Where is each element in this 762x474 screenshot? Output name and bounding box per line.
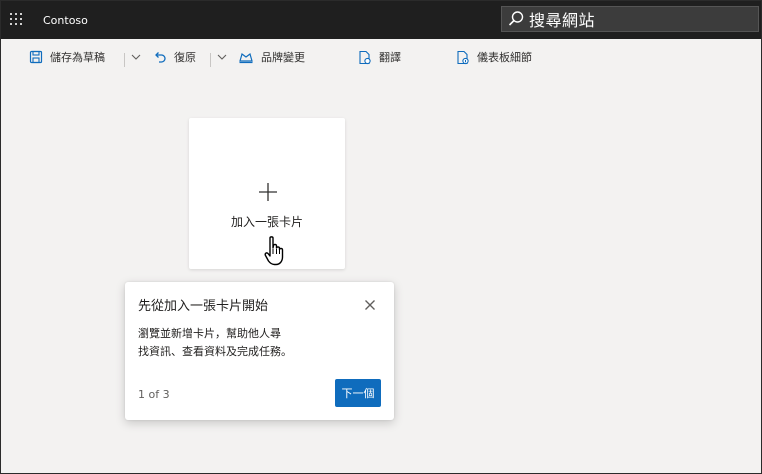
add-card-label: 加入一張卡片 <box>230 215 303 229</box>
suite-bar: Contoso 搜尋網站 <box>1 1 761 39</box>
search-placeholder: 搜尋網站 <box>529 11 596 30</box>
callout-title: 先從加入一張卡片開始 <box>138 299 269 314</box>
undo-icon <box>155 52 166 63</box>
divider <box>124 53 125 67</box>
callout-body-line: 瀏覽並新增卡片，幫助他人尋 <box>138 327 281 340</box>
divider <box>210 53 211 67</box>
callout-body: 瀏覽並新增卡片，幫助他人尋 找資訊、查看資料及完成任務。 <box>138 325 328 361</box>
callout-body-line: 找資訊、查看資料及完成任務。 <box>138 345 292 358</box>
teaching-callout: 先從加入一張卡片開始 瀏覽並新增卡片，幫助他人尋 找資訊、查看資料及完成任務。 … <box>125 282 394 420</box>
chevron-down-icon[interactable] <box>130 51 142 63</box>
plus-icon <box>259 183 277 201</box>
undo-button[interactable]: 復原 <box>153 48 196 66</box>
app-window: Contoso 搜尋網站 儲存為草稿 復原 品牌變更 翻譯 儀表板細節 加入一張… <box>0 0 762 474</box>
chevron-down-icon[interactable] <box>216 51 228 63</box>
next-button[interactable]: 下一個 <box>335 379 381 407</box>
save-draft-button[interactable]: 儲存為草稿 <box>29 48 105 66</box>
brand-change-button[interactable]: 品牌變更 <box>238 48 305 66</box>
translate-button[interactable]: 翻譯 <box>358 48 401 66</box>
close-icon[interactable] <box>363 298 377 312</box>
hand-cursor-icon <box>264 236 284 266</box>
details-icon <box>457 50 469 64</box>
translate-icon <box>359 50 371 64</box>
command-bar: 儲存為草稿 復原 品牌變更 翻譯 儀表板細節 <box>1 39 761 77</box>
translate-label: 翻譯 <box>379 51 401 64</box>
search-input[interactable]: 搜尋網站 <box>501 6 759 32</box>
app-title[interactable]: Contoso <box>43 14 88 27</box>
brand-icon <box>239 52 253 64</box>
waffle-icon[interactable] <box>10 13 22 25</box>
search-icon <box>508 11 524 26</box>
step-counter: 1 of 3 <box>138 388 170 401</box>
dashboard-details-button[interactable]: 儀表板細節 <box>456 48 532 66</box>
brand-change-label: 品牌變更 <box>261 51 305 64</box>
save-icon <box>29 50 43 64</box>
dashboard-details-label: 儀表板細節 <box>477 51 532 64</box>
save-draft-label: 儲存為草稿 <box>50 51 105 64</box>
undo-label: 復原 <box>174 51 196 64</box>
add-card-tile[interactable]: 加入一張卡片 <box>189 118 345 269</box>
